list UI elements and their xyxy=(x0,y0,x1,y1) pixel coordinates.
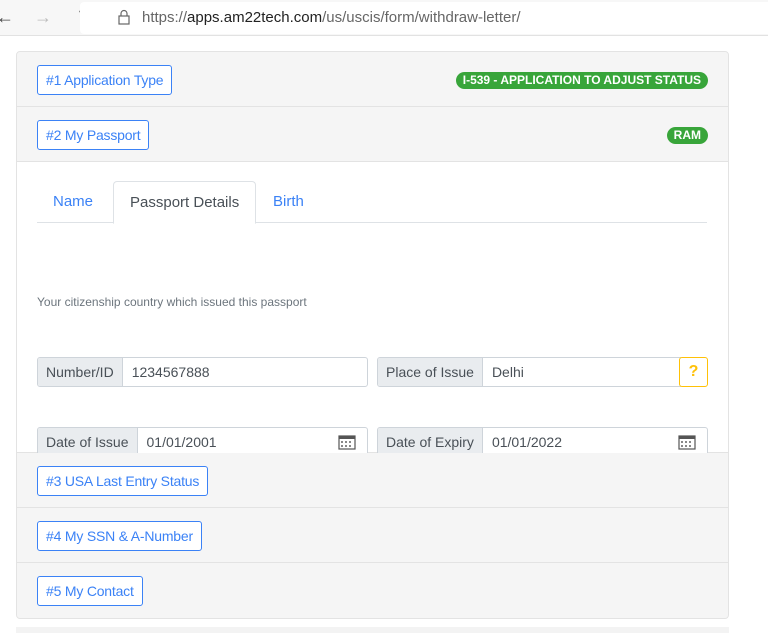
next-panel-edge xyxy=(16,627,729,633)
date-of-expiry-input[interactable]: 01/01/2022 xyxy=(483,428,678,456)
lock-icon xyxy=(118,9,130,25)
address-bar[interactable]: https://apps.am22tech.com/us/uscis/form/… xyxy=(80,2,768,34)
forward-arrow-icon[interactable]: → xyxy=(34,6,52,28)
browser-toolbar: ← → ↻ https://apps.am22tech.com/us/uscis… xyxy=(0,0,768,36)
section-usa-last-entry: #3 USA Last Entry Status xyxy=(17,453,728,508)
section-my-passport: #2 My Passport RAM xyxy=(17,107,728,162)
date-of-expiry-label: Date of Expiry xyxy=(378,428,483,456)
application-type-badge: I-539 - APPLICATION TO ADJUST STATUS xyxy=(455,72,708,89)
calendar-icon[interactable] xyxy=(678,434,696,450)
date-of-issue-label: Date of Issue xyxy=(38,428,138,456)
section-ssn-a-number: #4 My SSN & A-Number xyxy=(17,508,728,563)
form-accordion: #1 Application Type I-539 - APPLICATION … xyxy=(16,51,729,619)
place-of-issue-input[interactable]: Delhi xyxy=(483,358,680,386)
place-of-issue-label: Place of Issue xyxy=(378,358,483,386)
url-text: https://apps.am22tech.com/us/uscis/form/… xyxy=(142,9,521,26)
passport-number-input[interactable]: 1234567888 xyxy=(123,358,367,386)
tab-passport-details[interactable]: Passport Details xyxy=(113,181,257,224)
help-button[interactable]: ? xyxy=(679,357,708,387)
step-button-application-type[interactable]: #1 Application Type xyxy=(37,65,173,95)
tab-name[interactable]: Name xyxy=(37,181,109,223)
back-arrow-icon[interactable]: ← xyxy=(0,6,14,28)
passport-number-hint: Your citizenship country which issued th… xyxy=(37,295,307,309)
calendar-icon[interactable] xyxy=(338,434,356,450)
step-button-usa-last-entry[interactable]: #3 USA Last Entry Status xyxy=(37,466,209,496)
step-button-ssn-a-number[interactable]: #4 My SSN & A-Number xyxy=(37,521,202,551)
passport-panel: Name Passport Details Birth Number/ID 12… xyxy=(17,162,728,543)
passport-name-badge: RAM xyxy=(666,127,708,144)
section-application-type: #1 Application Type I-539 - APPLICATION … xyxy=(17,52,728,107)
passport-number-group: Number/ID 1234567888 xyxy=(37,357,368,387)
step-button-my-contact[interactable]: #5 My Contact xyxy=(37,576,143,606)
section-my-contact: #5 My Contact xyxy=(17,563,728,618)
date-of-issue-input[interactable]: 01/01/2001 xyxy=(138,428,339,456)
place-of-issue-group: Place of Issue Delhi xyxy=(377,357,681,387)
tab-birth[interactable]: Birth xyxy=(257,181,320,223)
step-button-my-passport[interactable]: #2 My Passport xyxy=(37,120,150,150)
passport-number-label: Number/ID xyxy=(38,358,123,386)
passport-tabs: Name Passport Details Birth xyxy=(37,181,707,224)
